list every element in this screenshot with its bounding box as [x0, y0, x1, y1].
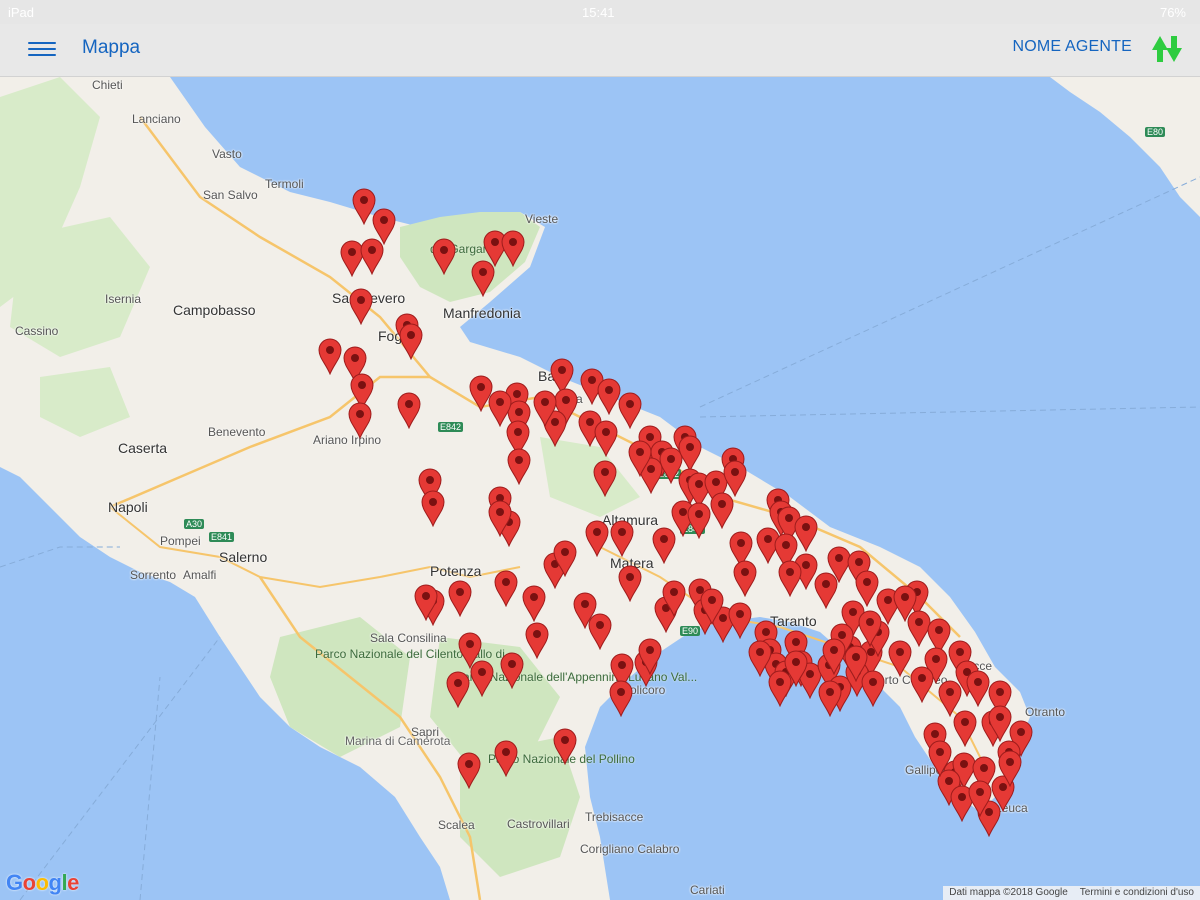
map-pin-icon[interactable] [608, 679, 634, 718]
place-label: Napoli [108, 499, 148, 515]
place-label: Cassino [15, 324, 59, 338]
agent-name-button[interactable]: NOME AGENTE [1012, 38, 1132, 56]
place-label: Sapri [411, 725, 440, 739]
map-pin-icon[interactable] [937, 679, 963, 718]
place-label: Caserta [118, 440, 168, 456]
map-pin-icon[interactable] [347, 401, 373, 440]
map-pin-icon[interactable] [500, 229, 526, 268]
place-label: Potenza [430, 563, 482, 579]
map-pin-icon[interactable] [767, 669, 793, 708]
page-title: Mappa [82, 37, 141, 58]
map-pin-icon[interactable] [821, 637, 847, 676]
battery-level: 76% [1159, 5, 1186, 20]
map-pin-icon[interactable] [456, 751, 482, 790]
highway-shield: E841 [209, 532, 235, 542]
highway-shield: E842 [438, 422, 464, 432]
map-pin-icon[interactable] [493, 569, 519, 608]
place-label: Sala Consilina [370, 631, 447, 645]
map-pin-icon[interactable] [892, 584, 918, 623]
map-pin-icon[interactable] [431, 237, 457, 276]
place-label: Sorrento [130, 568, 177, 582]
map-attribution: Dati mappa ©2018 Google Termini e condiz… [943, 886, 1200, 900]
place-label: Marina di Camerota [345, 734, 451, 748]
place-label: Campobasso [173, 302, 256, 318]
map-pin-icon[interactable] [709, 491, 735, 530]
map-pin-icon[interactable] [420, 489, 446, 528]
map-pin-icon[interactable] [348, 287, 374, 326]
map-pin-icon[interactable] [317, 337, 343, 376]
place-label: Scalea [438, 818, 475, 832]
map-pin-icon[interactable] [521, 584, 547, 623]
place-label: Pompei [160, 534, 201, 548]
status-bar: iPad 15:41 76% [0, 0, 1200, 24]
map-pin-icon[interactable] [398, 322, 424, 361]
map-pin-icon[interactable] [487, 499, 513, 538]
terms-link[interactable]: Termini e condizioni d'uso [1074, 886, 1200, 900]
place-label: Vieste [525, 212, 559, 226]
map-pin-icon[interactable] [470, 259, 496, 298]
map-pin-icon[interactable] [609, 519, 635, 558]
highway-shield: E80 [1145, 127, 1166, 137]
place-label: Corigliano Calabro [580, 842, 680, 856]
map-pin-icon[interactable] [699, 587, 725, 626]
map-pin-icon[interactable] [396, 391, 422, 430]
place-label: Benevento [208, 425, 266, 439]
place-label: Otranto [1025, 705, 1066, 719]
place-label: Vasto [212, 147, 242, 161]
map-pin-icon[interactable] [661, 579, 687, 618]
place-label: Trebisacce [585, 810, 644, 824]
place-label: Cariati [690, 883, 725, 897]
map-pin-icon[interactable] [413, 583, 439, 622]
place-label: Lanciano [132, 112, 181, 126]
map-pin-icon[interactable] [524, 621, 550, 660]
map-pin-icon[interactable] [587, 612, 613, 651]
place-label: Amalfi [183, 568, 217, 582]
place-label: Termoli [265, 177, 304, 191]
google-logo: Google [6, 870, 79, 895]
map-pin-icon[interactable] [445, 670, 471, 709]
map-pin-icon[interactable] [592, 459, 618, 498]
map-pin-icon[interactable] [857, 609, 883, 648]
map-pin-icon[interactable] [887, 639, 913, 678]
map-pin-icon[interactable] [552, 539, 578, 578]
map-pin-icon[interactable] [499, 651, 525, 690]
hamburger-menu-icon[interactable] [28, 38, 56, 60]
map-pin-icon[interactable] [997, 749, 1023, 788]
place-label: Chieti [92, 78, 123, 92]
region-label: Parco Nazionale del Cilento Vallo di... [315, 647, 515, 661]
map-pin-icon[interactable] [506, 447, 532, 486]
map-pin-icon[interactable] [617, 564, 643, 603]
place-label: San Salvo [203, 188, 258, 202]
map-pin-icon[interactable] [732, 559, 758, 598]
map-pin-icon[interactable] [487, 389, 513, 428]
place-label: Castrovillari [507, 817, 570, 831]
place-label: Manfredonia [443, 305, 521, 321]
map-pin-icon[interactable] [469, 659, 495, 698]
map-pin-icon[interactable] [817, 679, 843, 718]
place-label: Salerno [219, 549, 268, 565]
place-label: Isernia [105, 292, 142, 306]
map-pin-icon[interactable] [552, 727, 578, 766]
map-pin-icon[interactable] [584, 519, 610, 558]
clock: 15:41 [582, 5, 615, 20]
map-pin-icon[interactable] [532, 389, 558, 428]
map-pin-icon[interactable] [447, 579, 473, 618]
map-view[interactable]: Chieti Lanciano Vasto Termoli San Salvo … [0, 77, 1200, 900]
map-pin-icon[interactable] [777, 559, 803, 598]
app-bar: Mappa NOME AGENTE [0, 24, 1200, 77]
map-pin-icon[interactable] [359, 237, 385, 276]
device-label: iPad [8, 5, 35, 20]
sync-arrows-icon[interactable] [1148, 32, 1186, 66]
map-pin-icon[interactable] [727, 601, 753, 640]
map-pin-icon[interactable] [493, 739, 519, 778]
map-pin-icon[interactable] [987, 704, 1013, 743]
highway-shield: A30 [184, 519, 205, 529]
map-data-credit: Dati mappa ©2018 Google [949, 887, 1068, 898]
map-pin-icon[interactable] [593, 419, 619, 458]
map-pin-icon[interactable] [927, 739, 953, 778]
map-pin-icon[interactable] [967, 779, 993, 818]
map-pin-icon[interactable] [637, 637, 663, 676]
map-pin-icon[interactable] [627, 439, 653, 478]
